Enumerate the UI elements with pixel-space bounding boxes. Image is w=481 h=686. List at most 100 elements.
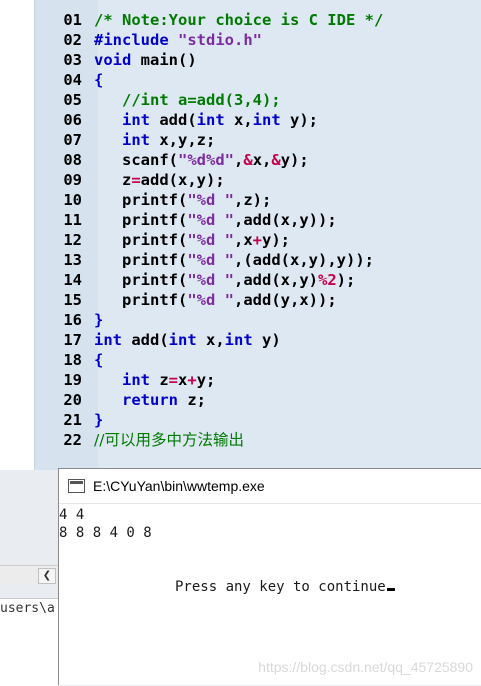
code-token: add( <box>150 111 197 129</box>
code-token: void <box>94 51 132 69</box>
code-token: printf( <box>94 211 188 229</box>
code-line[interactable]: 02 #include "stdio.h" <box>34 30 383 50</box>
code-token: int <box>122 131 150 149</box>
code-token: y); <box>262 231 291 249</box>
watermark: https://blog.csdn.net/qq_45725890 <box>258 659 473 675</box>
code-lines[interactable]: 01 /* Note:Your choice is C IDE */ 02 #incl… <box>34 10 383 450</box>
code-token: ,z); <box>234 191 272 209</box>
code-text[interactable]: int x,y,z; <box>94 130 215 150</box>
code-text[interactable]: int z=x+y; <box>94 370 215 390</box>
code-token: int <box>122 111 150 129</box>
code-line[interactable]: 17 int add(int x,int y) <box>34 330 383 350</box>
path-fragment: users\a <box>0 601 55 616</box>
code-line[interactable]: 19 int z=x+y; <box>34 370 383 390</box>
code-token: scanf( <box>94 151 178 169</box>
code-token: + <box>187 371 197 389</box>
code-token: x, <box>224 111 253 129</box>
code-token: int <box>94 331 122 349</box>
line-number: 21 <box>63 411 82 429</box>
code-text[interactable]: printf("%d ",(add(x,y),y)); <box>94 250 374 270</box>
code-text[interactable]: /* Note:Your choice is C IDE */ <box>94 10 383 30</box>
code-text[interactable]: } <box>94 310 103 330</box>
code-line[interactable]: 18 { <box>34 350 383 370</box>
code-text[interactable]: #include "stdio.h" <box>94 30 262 50</box>
code-line[interactable]: 05 //int a=add(3,4); <box>34 90 383 110</box>
text-cursor <box>386 588 395 591</box>
code-text[interactable]: printf("%d ",add(x,y)%2); <box>94 270 355 290</box>
code-text[interactable]: //可以用多中方法输出 <box>94 430 244 450</box>
console-window[interactable]: E:\CYuYan\bin\wwtemp.exe 4 4 8 8 8 4 0 8… <box>58 468 481 685</box>
code-token: %2 <box>318 271 337 289</box>
code-line[interactable]: 20 return z; <box>34 390 383 410</box>
code-text[interactable]: printf("%d ",x+y); <box>94 230 290 250</box>
code-token: #include <box>94 31 178 49</box>
code-text[interactable]: } <box>94 410 103 430</box>
code-text[interactable]: return z; <box>94 390 206 410</box>
code-text[interactable]: printf("%d ",add(y,x)); <box>94 290 337 310</box>
code-line[interactable]: 14 printf("%d ",add(x,y)%2); <box>34 270 383 290</box>
code-line[interactable]: 07 int x,y,z; <box>34 130 383 150</box>
code-token: "%d " <box>187 291 234 309</box>
code-line[interactable]: 15 printf("%d ",add(y,x)); <box>34 290 383 310</box>
code-token: = <box>168 371 179 389</box>
code-line[interactable]: 22 //可以用多中方法输出 <box>34 430 383 450</box>
line-number: 01 <box>63 11 82 29</box>
code-token: ,add(x,y)); <box>234 211 337 229</box>
console-prompt: Press any key to continue <box>175 579 395 595</box>
code-text[interactable]: scanf("%d%d",&x,&y); <box>94 150 309 170</box>
code-token: } <box>94 411 104 429</box>
console-titlebar[interactable]: E:\CYuYan\bin\wwtemp.exe <box>59 469 481 504</box>
code-text[interactable]: { <box>94 70 103 90</box>
code-line[interactable]: 08 scanf("%d%d",&x,&y); <box>34 150 383 170</box>
code-line[interactable]: 06 int add(int x,int y); <box>34 110 383 130</box>
code-text[interactable]: z=add(x,y); <box>94 170 225 190</box>
code-text[interactable]: //int a=add(3,4); <box>94 90 281 110</box>
code-token: z <box>94 171 132 189</box>
code-text[interactable]: void main() <box>94 50 197 70</box>
code-line[interactable]: 11 printf("%d ",add(x,y)); <box>34 210 383 230</box>
code-token: x, <box>196 331 225 349</box>
code-line[interactable]: 04 { <box>34 70 383 90</box>
code-token: "stdio.h" <box>178 31 262 49</box>
code-line[interactable]: 09 z=add(x,y); <box>34 170 383 190</box>
code-line[interactable]: 13 printf("%d ",(add(x,y),y)); <box>34 250 383 270</box>
code-token: x <box>178 371 188 389</box>
line-number: 12 <box>63 231 82 249</box>
line-number: 05 <box>63 91 82 109</box>
code-line[interactable]: 16} <box>34 310 383 330</box>
code-token: x,y,z; <box>150 131 216 149</box>
code-text[interactable]: printf("%d ",z); <box>94 190 271 210</box>
code-token: int <box>252 111 281 129</box>
code-line[interactable]: 01 /* Note:Your choice is C IDE */ <box>34 10 383 30</box>
code-token: ,(add(x,y),y)); <box>234 251 374 269</box>
chevron-left-icon[interactable]: ❮ <box>38 568 56 584</box>
line-number: 08 <box>63 151 82 169</box>
code-token: printf( <box>94 271 188 289</box>
code-token: = <box>131 171 141 189</box>
code-token: z <box>150 371 169 389</box>
code-text[interactable]: int add(int x,int y); <box>94 110 318 130</box>
code-text[interactable]: { <box>94 350 103 370</box>
code-line[interactable]: 21} <box>34 410 383 430</box>
code-token: { <box>94 71 104 89</box>
code-token: int <box>122 371 150 389</box>
code-token: ); <box>336 271 356 289</box>
code-line[interactable]: 10 printf("%d ",z); <box>34 190 383 210</box>
code-token: ,add(x,y) <box>234 271 318 289</box>
line-number: 09 <box>63 171 82 189</box>
code-token: y); <box>280 151 309 169</box>
code-text[interactable]: printf("%d ",add(x,y)); <box>94 210 337 230</box>
line-number: 22 <box>63 431 82 449</box>
code-line[interactable]: 03 void main() <box>34 50 383 70</box>
code-text[interactable]: int add(int x,int y) <box>94 330 281 350</box>
console-title: E:\CYuYan\bin\wwtemp.exe <box>93 478 265 494</box>
console-window-icon <box>68 479 85 493</box>
code-token: //int a=add(3,4); <box>122 91 281 109</box>
horizontal-scrollbar[interactable]: ❮ <box>0 565 58 584</box>
code-token: printf( <box>94 231 188 249</box>
line-number: 13 <box>63 251 82 269</box>
code-line[interactable]: 12 printf("%d ",x+y); <box>34 230 383 250</box>
